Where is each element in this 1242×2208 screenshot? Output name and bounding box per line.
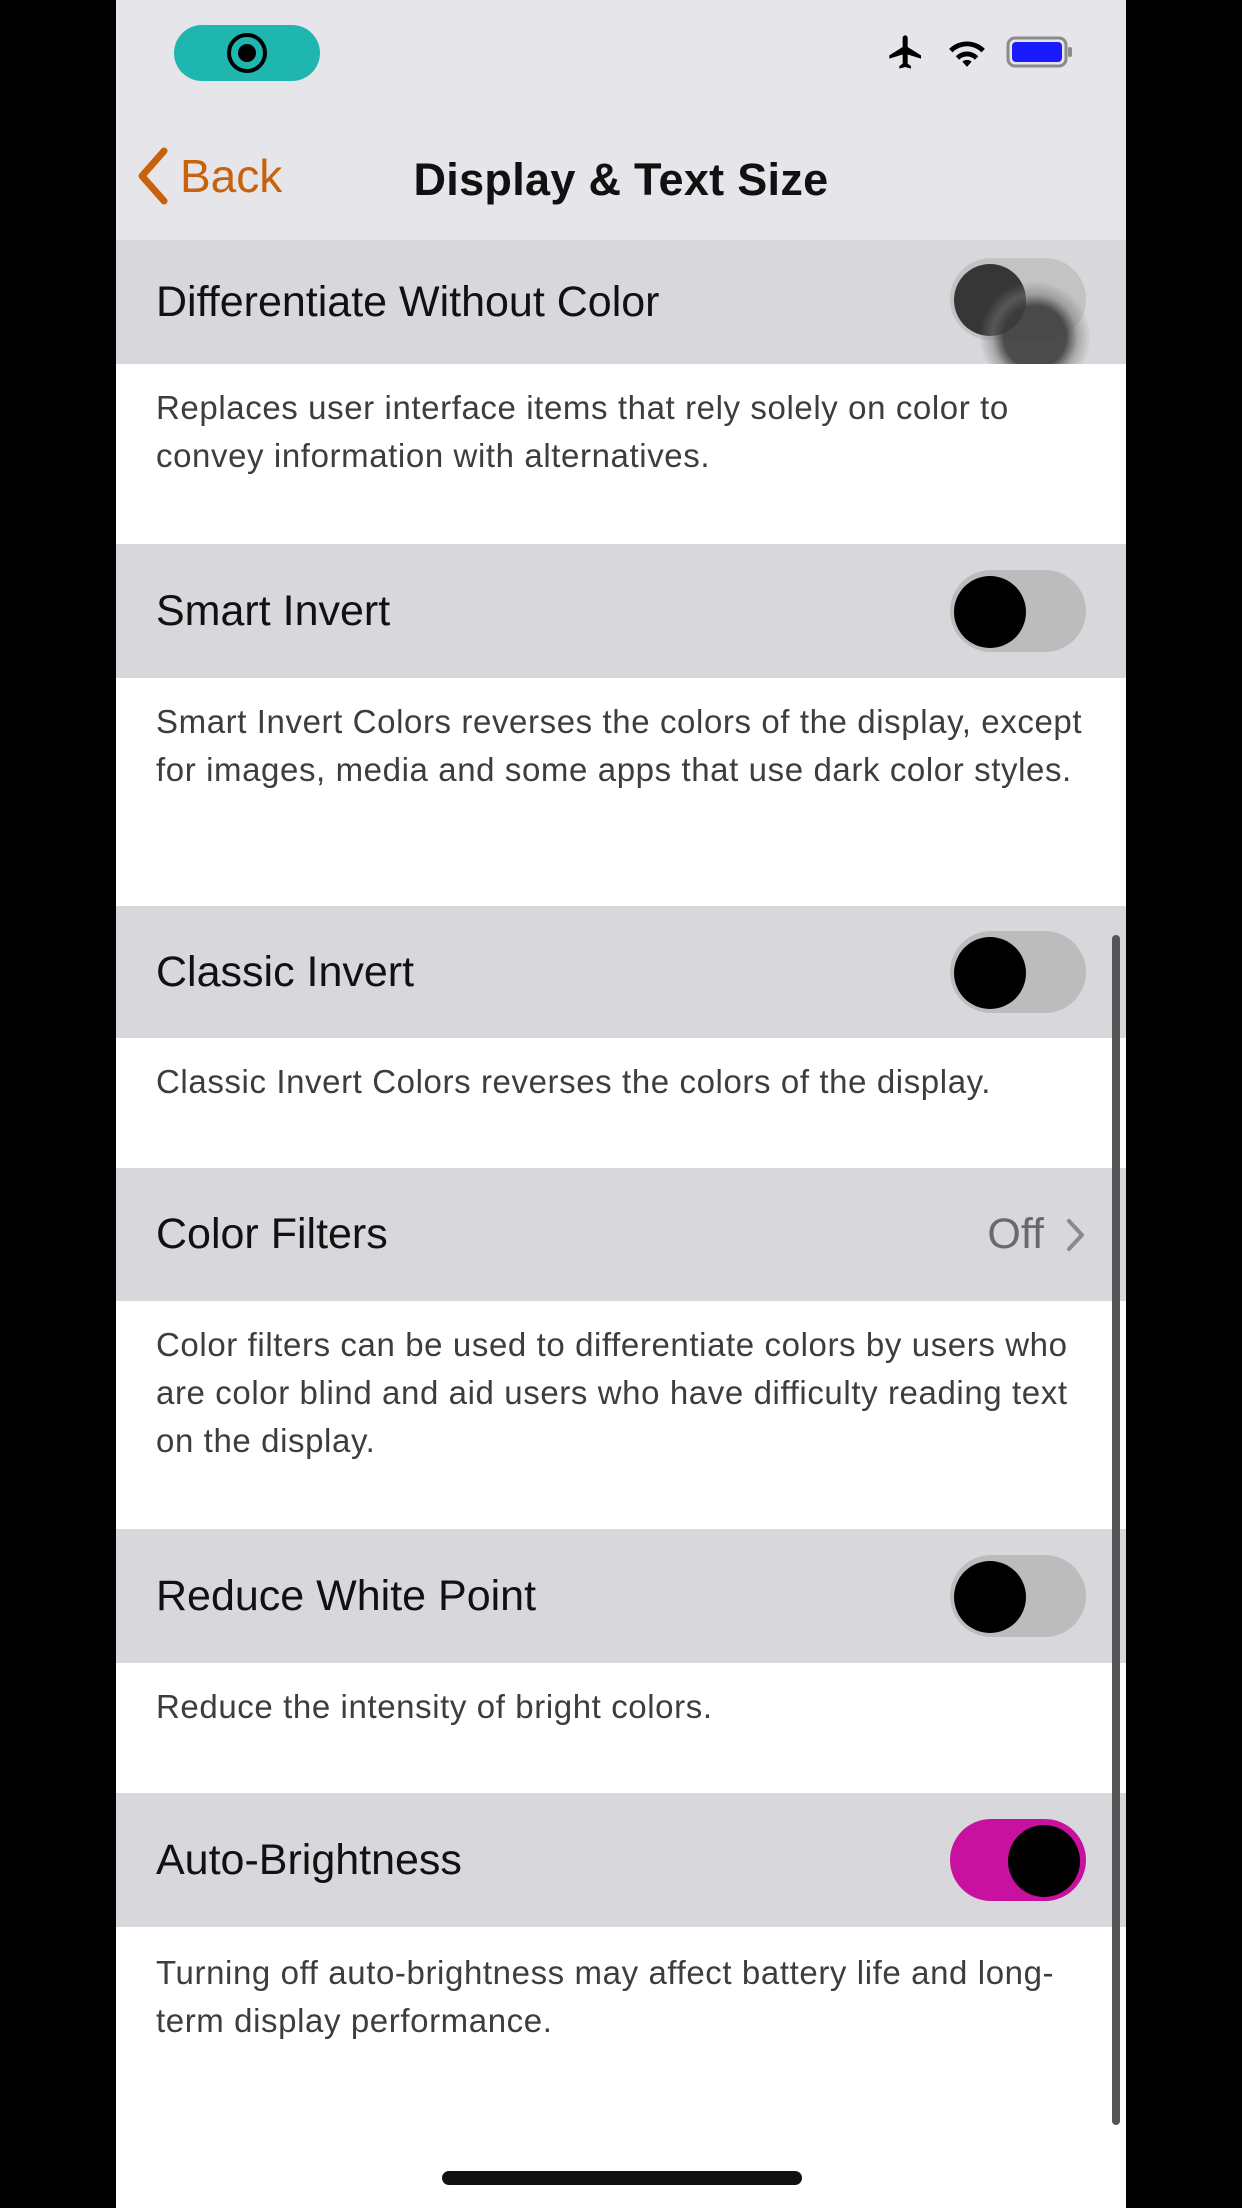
description-reduce-white-point: Reduce the intensity of bright colors.: [116, 1663, 1126, 1793]
classic-invert-toggle[interactable]: [950, 931, 1086, 1013]
row-smart-invert[interactable]: Smart Invert: [116, 544, 1126, 678]
row-differentiate-without-color[interactable]: Differentiate Without Color: [116, 240, 1126, 392]
page-title: Display & Text Size: [413, 154, 829, 205]
row-reduce-white-point[interactable]: Reduce White Point: [116, 1529, 1126, 1663]
row-label: Color Filters: [156, 1210, 388, 1258]
row-classic-invert[interactable]: Classic Invert: [116, 906, 1126, 1038]
row-label: Differentiate Without Color: [156, 277, 660, 326]
description-differentiate-without-color: Replaces user interface items that rely …: [116, 364, 1126, 544]
scrollbar[interactable]: [1112, 935, 1120, 2125]
row-label: Classic Invert: [156, 947, 415, 996]
settings-list: Differentiate Without Color Replaces use…: [116, 240, 1126, 2127]
home-indicator[interactable]: [442, 2171, 802, 2185]
wifi-icon: [949, 41, 985, 67]
airplane-icon: [889, 35, 921, 69]
navigation-bar: Back Display & Text Size: [116, 110, 1126, 240]
row-label: Reduce White Point: [156, 1571, 537, 1620]
screen-recording-icon: [227, 33, 267, 73]
row-label: Smart Invert: [156, 586, 391, 635]
toggle-knob: [954, 576, 1026, 648]
toggle-knob: [954, 937, 1026, 1009]
row-auto-brightness[interactable]: Auto-Brightness: [116, 1793, 1126, 1927]
description-auto-brightness: Turning off auto-brightness may affect b…: [116, 1927, 1126, 2127]
smart-invert-toggle[interactable]: [950, 570, 1086, 652]
description-color-filters: Color filters can be used to differentia…: [116, 1301, 1126, 1529]
description-smart-invert: Smart Invert Colors reverses the colors …: [116, 678, 1126, 906]
status-icons: [884, 32, 1076, 72]
toggle-knob: [1008, 1825, 1080, 1897]
description-classic-invert: Classic Invert Colors reverses the color…: [116, 1038, 1126, 1168]
status-bar: [116, 0, 1126, 110]
reduce-white-point-toggle[interactable]: [950, 1555, 1086, 1637]
row-label: Auto-Brightness: [156, 1835, 462, 1884]
color-filters-value-text: Off: [987, 1210, 1044, 1258]
phone-screen: Back Display & Text Size Differentiate W…: [116, 0, 1126, 2208]
auto-brightness-toggle[interactable]: [950, 1819, 1086, 1901]
chevron-right-icon: [1067, 1218, 1084, 1251]
color-filters-value[interactable]: Off: [987, 1210, 1086, 1259]
row-color-filters[interactable]: Color Filters Off: [116, 1168, 1126, 1301]
screen-recording-indicator[interactable]: [174, 25, 320, 81]
toggle-knob: [954, 1561, 1026, 1633]
battery-icon: [1006, 36, 1072, 68]
